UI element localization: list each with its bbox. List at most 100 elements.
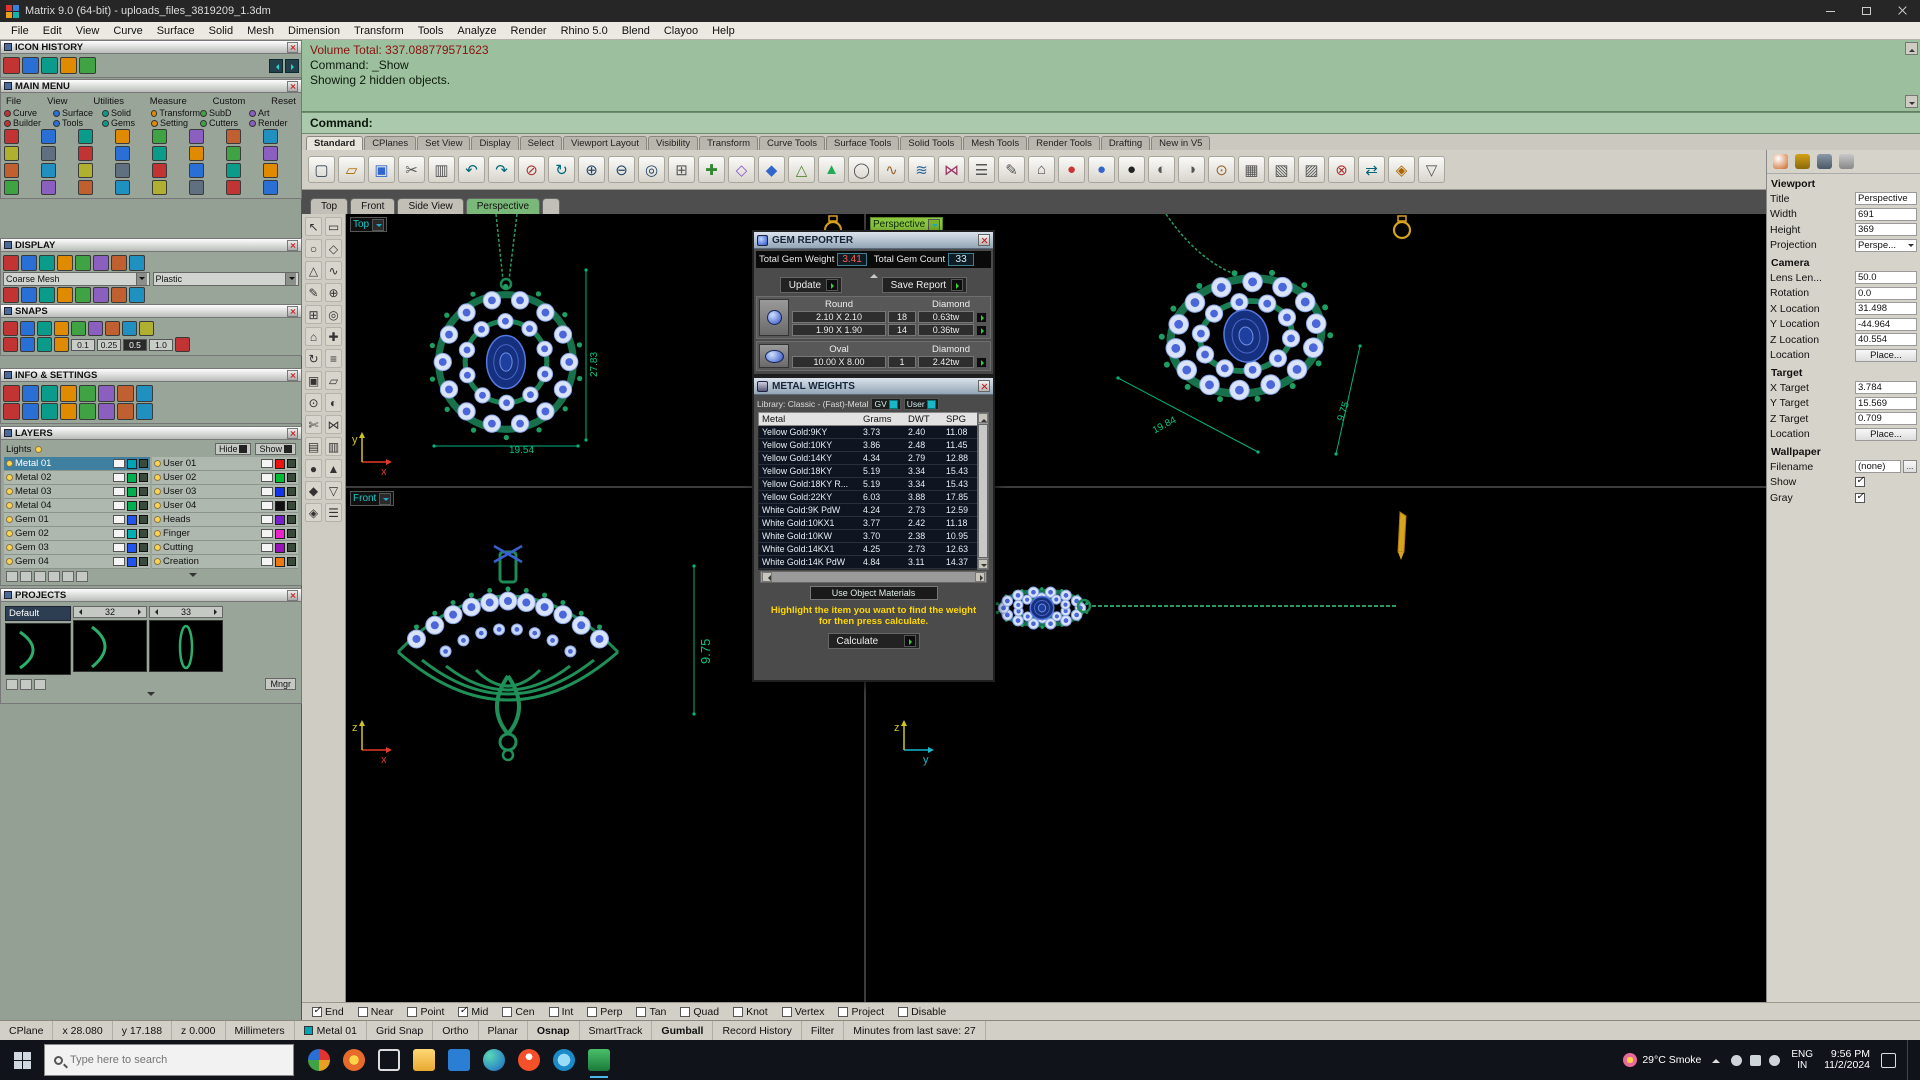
project-slot-header[interactable]: 33 [149, 606, 223, 618]
osnap-knot[interactable]: Knot [733, 1006, 768, 1018]
toolbar-icon[interactable]: ◑ [1178, 156, 1205, 183]
layer-lock-icon[interactable] [139, 473, 148, 482]
toolbar-icon[interactable]: △ [788, 156, 815, 183]
property-value[interactable]: 40.554 [1855, 333, 1917, 347]
checkbox-icon[interactable] [587, 1006, 598, 1017]
osnap-quad[interactable]: Quad [680, 1006, 719, 1018]
layer-tool-button[interactable] [62, 571, 74, 582]
layer-color-swatch[interactable] [275, 500, 285, 511]
menu-item-dimension[interactable]: Dimension [281, 25, 347, 37]
checkbox-icon[interactable] [636, 1006, 647, 1017]
palette-icon[interactable] [79, 385, 96, 402]
palette-icon[interactable] [115, 146, 130, 161]
grid-snap-value-0-25[interactable]: 0.25 [97, 338, 121, 351]
filter-funnel-icon[interactable] [1795, 154, 1810, 169]
toolbar-icon[interactable]: ⊞ [668, 156, 695, 183]
palette-icon[interactable] [21, 287, 37, 303]
palette-icon[interactable] [57, 255, 73, 271]
toolbar-icon[interactable]: ● [1088, 156, 1115, 183]
toolbar-tab-new-in-v5[interactable]: New in V5 [1151, 136, 1211, 150]
panel-header[interactable]: LAYERS [0, 426, 302, 440]
side-tool-icon[interactable]: ↻ [305, 349, 322, 368]
checkbox-icon[interactable] [357, 1006, 368, 1017]
grid-snap-value-0-5[interactable]: 0.5 [123, 338, 147, 351]
layer-color-swatch[interactable] [275, 472, 285, 483]
toolbar-icon[interactable]: ✂ [398, 156, 425, 183]
status-planar[interactable]: Planar [479, 1021, 528, 1040]
layer-lock-icon[interactable] [287, 557, 296, 566]
taskbar-search[interactable] [44, 1044, 294, 1076]
osnap-int[interactable]: Int [548, 1006, 573, 1018]
command-prompt[interactable]: Command: [302, 112, 1920, 134]
checkbox-checked-icon[interactable] [458, 1005, 469, 1017]
side-tool-icon[interactable]: ◎ [325, 305, 342, 324]
layer-material-box[interactable] [113, 473, 125, 482]
property-value[interactable]: 50.0 [1855, 271, 1917, 285]
layer-material-box[interactable] [113, 501, 125, 510]
save-report-button[interactable]: Save Report [881, 277, 968, 293]
side-tool-icon[interactable]: ● [305, 459, 322, 478]
scrollbar-thumb[interactable] [978, 424, 988, 558]
osnap-perp[interactable]: Perp [587, 1006, 622, 1018]
viewport-perspective[interactable]: Perspective 19.84 9.75 [866, 214, 1766, 486]
menu-item-rhino-5-0[interactable]: Rhino 5.0 [554, 25, 615, 37]
taskbar-browser-icon[interactable] [518, 1049, 540, 1071]
menu-item-solid[interactable]: Solid [202, 25, 240, 37]
update-button[interactable]: Update [779, 277, 843, 293]
toolbar-icon[interactable]: ▥ [428, 156, 455, 183]
layer-color-swatch[interactable] [127, 542, 137, 553]
side-tool-icon[interactable]: ▭ [325, 217, 342, 236]
layer-material-box[interactable] [113, 557, 125, 566]
palette-icon[interactable] [189, 180, 204, 195]
layer-lock-icon[interactable] [287, 459, 296, 468]
layer-material-box[interactable] [261, 487, 273, 496]
toolbar-icon[interactable]: ◇ [728, 156, 755, 183]
toolbar-icon[interactable]: ▨ [1298, 156, 1325, 183]
property-button[interactable]: Place... [1855, 348, 1917, 362]
palette-icon[interactable] [54, 337, 69, 352]
layer-lock-icon[interactable] [139, 501, 148, 510]
metal-row-yellow-gold-22ky[interactable]: Yellow Gold:22KY 6.03 3.88 17.85 [759, 491, 988, 504]
status-minutes-from-last-save-27[interactable]: Minutes from last save: 27 [844, 1021, 986, 1040]
menu-item-view[interactable]: View [69, 25, 107, 37]
layer-row-user-03[interactable]: User 03 [152, 485, 298, 499]
layer-visible-icon[interactable] [154, 460, 161, 467]
menu-item-curve[interactable]: Curve [106, 25, 149, 37]
palette-icon[interactable] [115, 180, 130, 195]
menu-item-transform[interactable]: Transform [347, 25, 411, 37]
scroll-down-icon[interactable] [978, 559, 988, 569]
status-ortho[interactable]: Ortho [433, 1021, 479, 1040]
scrollbar-vertical[interactable] [977, 412, 989, 570]
menu-item-clayoo[interactable]: Clayoo [657, 25, 705, 37]
grid-snap-value-1-0[interactable]: 1.0 [149, 338, 173, 351]
scroll-down-icon[interactable] [1905, 95, 1918, 108]
layer-material-box[interactable] [261, 515, 273, 524]
layer-visible-icon[interactable] [154, 474, 161, 481]
toolbar-tab-surface-tools[interactable]: Surface Tools [826, 136, 900, 150]
gv-toggle[interactable]: GV [871, 398, 901, 410]
checkbox-icon[interactable] [838, 1006, 849, 1017]
menu-item-file[interactable]: File [4, 25, 36, 37]
metal-row-white-gold-10kx1[interactable]: White Gold:10KX1 3.77 2.42 11.18 [759, 517, 988, 530]
status-filter[interactable]: Filter [802, 1021, 845, 1040]
layer-color-swatch[interactable] [275, 458, 285, 469]
palette-icon[interactable] [60, 403, 77, 420]
maximize-button[interactable] [1848, 0, 1884, 22]
layer-lock-icon[interactable] [139, 529, 148, 538]
toolbar-icon[interactable]: ↻ [548, 156, 575, 183]
toolbar-tab-solid-tools[interactable]: Solid Tools [900, 136, 963, 150]
toolbar-icon[interactable]: ▦ [1238, 156, 1265, 183]
layer-tool-button[interactable] [48, 571, 60, 582]
palette-icon[interactable] [136, 403, 153, 420]
toolbar-tab-viewport-layout[interactable]: Viewport Layout [563, 136, 647, 150]
toolbar-icon[interactable]: ◎ [638, 156, 665, 183]
taskbar-pinwheel-icon[interactable] [308, 1049, 330, 1071]
property-value[interactable]: 369 [1855, 223, 1917, 237]
dialog-titlebar[interactable]: METAL WEIGHTS [754, 378, 993, 395]
taskbar-chat-icon[interactable] [553, 1049, 575, 1071]
side-tool-icon[interactable]: ∿ [325, 261, 342, 280]
viewport-tab-front[interactable]: Front [350, 198, 396, 214]
status-osnap[interactable]: Osnap [528, 1021, 580, 1040]
checkbox-checked-icon[interactable] [1855, 475, 1865, 488]
palette-icon[interactable] [117, 385, 134, 402]
